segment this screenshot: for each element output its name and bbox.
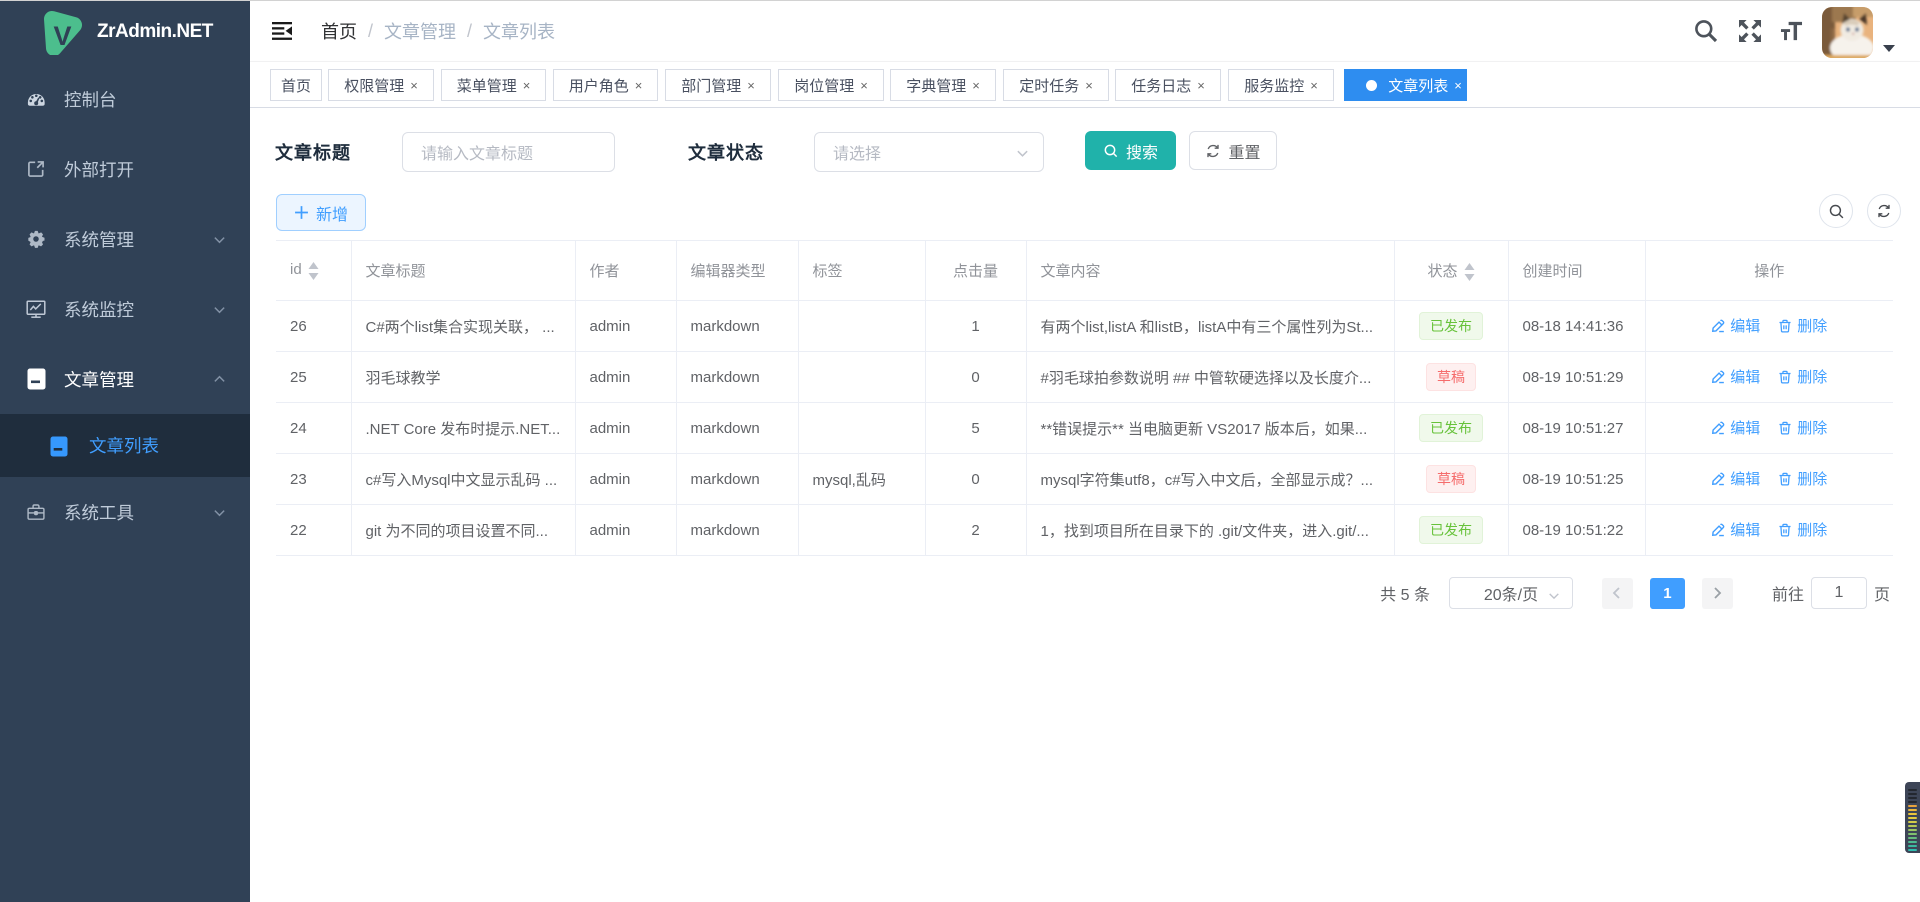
svg-text:V: V: [53, 21, 71, 51]
